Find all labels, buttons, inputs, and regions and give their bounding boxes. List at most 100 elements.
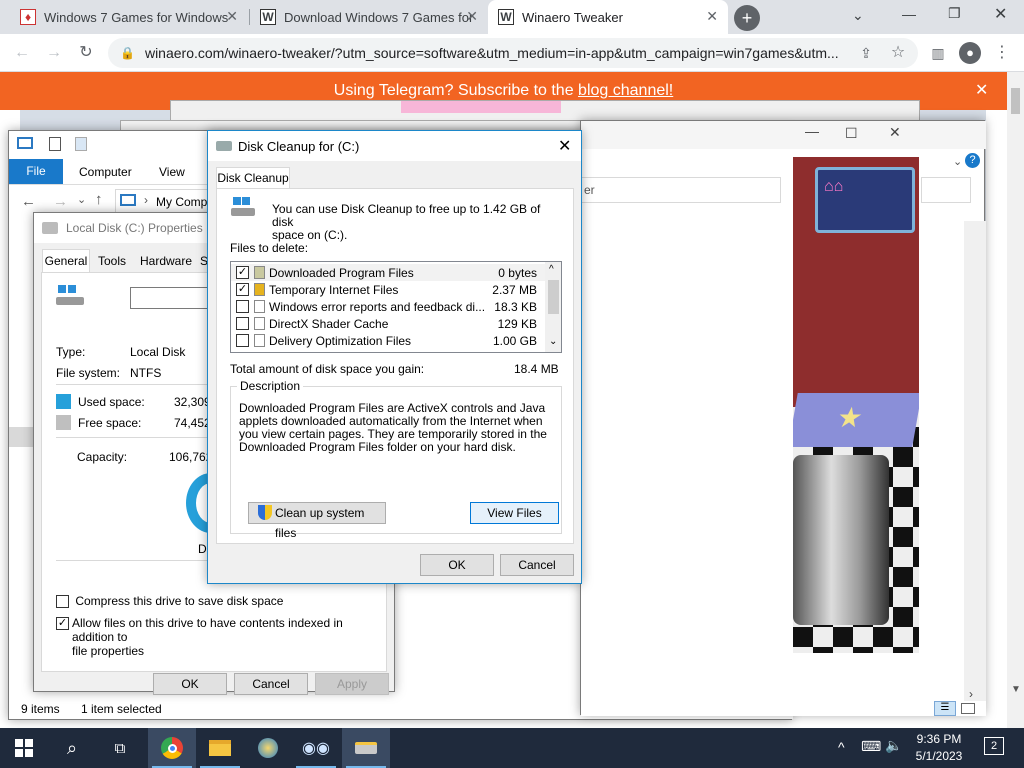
start-button[interactable] (0, 728, 48, 768)
file-checkbox[interactable]: ✓ (236, 283, 249, 296)
bookmark-star-icon[interactable]: ☆ (888, 43, 908, 63)
disk-cleanup-taskbar-button[interactable] (342, 728, 390, 768)
browser-tab-3[interactable]: W Winaero Tweaker ✕ (488, 0, 728, 34)
menu-icon[interactable]: ⋮ (992, 43, 1012, 63)
show-hidden-icons[interactable]: ^ (838, 739, 845, 755)
help-icon[interactable]: ? (965, 153, 980, 168)
share-icon[interactable]: ⇪ (856, 43, 876, 63)
search-icon[interactable]: ⌕ (48, 728, 96, 768)
app-taskbar-button[interactable] (244, 728, 292, 768)
scroll-thumb[interactable] (1011, 88, 1020, 114)
star-icon: ★ (834, 402, 866, 433)
maximize-button[interactable]: ☐ (845, 125, 858, 142)
details-view-icon[interactable]: ☰ (934, 701, 956, 716)
cancel-button[interactable]: Cancel (234, 673, 308, 695)
app-taskbar-button-2[interactable]: ◉◉ (292, 728, 340, 768)
up-icon[interactable]: ↑ (95, 191, 103, 208)
browser-tab-2[interactable]: W Download Windows 7 Games for ✕ (250, 0, 488, 34)
browser-tab-1[interactable]: ♦ Windows 7 Games for Windows ✕ (10, 0, 248, 34)
volume-icon[interactable]: 🔈 (885, 737, 902, 754)
file-checkbox[interactable]: ✓ (236, 266, 249, 279)
forward-icon[interactable]: → (44, 43, 64, 63)
tab-view[interactable]: View (159, 165, 185, 179)
file-checkbox[interactable] (236, 317, 249, 330)
apply-button[interactable]: Apply (315, 673, 389, 695)
close-window-button[interactable]: ✕ (994, 4, 1007, 24)
tab-general[interactable]: General (42, 249, 90, 273)
profile-icon[interactable]: ● (959, 42, 981, 64)
task-view-icon[interactable]: ⧉ (96, 728, 144, 768)
new-tab-button[interactable]: + (734, 5, 760, 31)
blog-channel-link[interactable]: blog channel! (578, 82, 673, 99)
file-row[interactable]: ✓ Downloaded Program Files 0 bytes (231, 264, 545, 281)
page-scrollbar[interactable]: ▼ (1007, 72, 1024, 728)
tab-file[interactable]: File (9, 159, 63, 184)
compress-checkbox[interactable] (56, 595, 69, 609)
index-checkbox[interactable]: ✓ (56, 616, 69, 631)
new-folder-icon[interactable] (75, 137, 87, 151)
forward-icon[interactable]: → (53, 193, 68, 210)
back-icon[interactable]: ← (21, 193, 36, 210)
notifications-icon[interactable]: 2 (984, 737, 1004, 755)
close-button[interactable]: ✕ (889, 124, 901, 141)
tab-hardware[interactable]: Hardware (140, 254, 192, 268)
scroll-down-icon[interactable]: ⌄ (549, 336, 557, 347)
browser-toolbar: ← → ↻ 🔒 winaero.com/winaero-tweaker/?utm… (0, 34, 1024, 72)
file-explorer-taskbar-button[interactable] (196, 728, 244, 768)
address-bar[interactable]: 🔒 winaero.com/winaero-tweaker/?utm_sourc… (108, 38, 918, 68)
minimize-button[interactable]: — (805, 123, 819, 139)
ribbon-expand-icon[interactable]: ⌄ (953, 155, 962, 168)
banner-close-icon[interactable]: ✕ (975, 72, 988, 110)
scroll-right-icon[interactable]: › (969, 687, 973, 701)
scroll-thumb[interactable] (548, 280, 559, 314)
minimize-button[interactable]: — (902, 6, 916, 22)
view-files-button[interactable]: View Files (470, 502, 559, 524)
file-row[interactable]: Delivery Optimization Files 1.00 GB (231, 332, 545, 349)
compress-checkbox-row[interactable]: Compress this drive to save disk space (56, 594, 283, 609)
file-name: Windows error reports and feedback di... (269, 300, 486, 314)
back-icon[interactable]: ← (12, 43, 32, 63)
scroll-up-icon[interactable]: ^ (549, 264, 554, 275)
side-panel-icon[interactable]: ▥ (928, 43, 948, 63)
disk-cleanup-icon (216, 141, 232, 151)
tab-computer[interactable]: Computer (79, 165, 132, 179)
favicon-icon: W (260, 9, 276, 25)
close-tab-icon[interactable]: ✕ (706, 8, 718, 25)
file-checkbox[interactable] (236, 334, 249, 347)
tab-disk-cleanup[interactable]: Disk Cleanup (216, 167, 290, 189)
clock-time[interactable]: 9:36 PM (914, 732, 964, 746)
close-tab-icon[interactable]: ✕ (226, 8, 238, 25)
scrollbar[interactable] (964, 221, 986, 701)
files-scrollbar[interactable]: ^ ⌄ (545, 262, 561, 352)
nav-pane-selected-item[interactable] (9, 427, 33, 447)
cancel-button[interactable]: Cancel (500, 554, 574, 576)
large-icons-view-icon[interactable] (961, 703, 975, 714)
close-tab-icon[interactable]: ✕ (466, 8, 478, 25)
status-item-count: 9 items (21, 702, 60, 716)
network-icon[interactable]: ⌨ (861, 738, 881, 755)
chrome-taskbar-button[interactable] (148, 728, 196, 768)
file-checkbox[interactable] (236, 300, 249, 313)
clock-date[interactable]: 5/1/2023 (914, 749, 964, 763)
index-checkbox-box[interactable]: ✓ (56, 617, 69, 631)
file-row[interactable]: ✓ Temporary Internet Files 2.37 MB (231, 281, 545, 298)
reload-icon[interactable]: ↻ (76, 43, 96, 63)
restore-button[interactable]: ❐ (948, 5, 961, 22)
clean-up-system-files-button[interactable]: Clean up system files (248, 502, 386, 540)
search-field-right[interactable] (921, 177, 971, 203)
tab-tools[interactable]: Tools (98, 254, 126, 268)
scroll-down-icon[interactable]: ▼ (1011, 684, 1021, 695)
tab-search-icon[interactable]: ⌄ (852, 7, 864, 24)
recent-locations-icon[interactable]: ⌄ (77, 193, 86, 206)
close-icon[interactable]: ✕ (558, 136, 571, 156)
file-size: 2.37 MB (492, 283, 537, 297)
file-size: 0 bytes (498, 266, 537, 280)
ok-button[interactable]: OK (153, 673, 227, 695)
ok-button[interactable]: OK (420, 554, 494, 576)
search-box[interactable]: er (581, 177, 781, 203)
file-row[interactable]: DirectX Shader Cache 129 KB (231, 315, 545, 332)
properties-icon[interactable] (49, 137, 61, 151)
file-row[interactable]: Windows error reports and feedback di...… (231, 298, 545, 315)
winaero-status-bar: ☰ (581, 701, 986, 716)
breadcrumb[interactable]: My Comp (156, 195, 207, 209)
